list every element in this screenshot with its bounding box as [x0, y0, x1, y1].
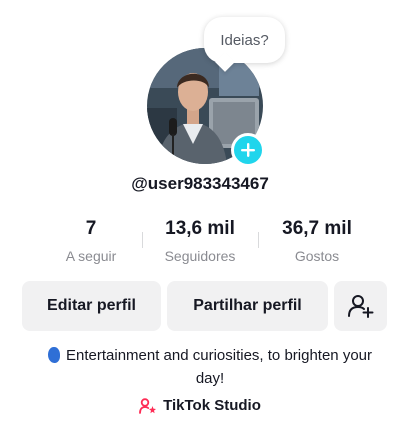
stat-following-label: A seguir: [65, 248, 117, 264]
stat-likes[interactable]: 36,7 mil Gostos: [258, 218, 376, 268]
edit-profile-button[interactable]: Editar perfil: [22, 281, 161, 331]
share-profile-button[interactable]: Partilhar perfil: [167, 281, 328, 331]
bio-text: Entertainment and curiosities, to bright…: [66, 347, 372, 387]
ideas-bubble[interactable]: Ideias?: [204, 17, 285, 63]
plus-icon: [241, 143, 255, 157]
bio: Entertainment and curiosities, to bright…: [40, 344, 380, 390]
add-friend-icon: [347, 295, 373, 318]
stat-followers[interactable]: 13,6 mil Seguidores: [142, 218, 258, 268]
stat-likes-label: Gostos: [294, 248, 340, 264]
share-profile-label: Partilhar perfil: [193, 297, 302, 314]
profile-page: Ideias? @user983343467 7 A seguir 13,6 m…: [0, 0, 400, 432]
stat-followers-value: 13,6 mil: [165, 218, 235, 239]
add-friend-button[interactable]: [334, 281, 387, 331]
ideas-bubble-text: Ideias?: [220, 31, 269, 49]
username: @user983343467: [131, 174, 269, 193]
stat-following-value: 7: [85, 218, 97, 239]
stat-followers-label: Seguidores: [164, 248, 236, 264]
tiktok-studio-icon: [139, 397, 157, 414]
stats-row: 7 A seguir 13,6 mil Seguidores 36,7 mil …: [40, 218, 376, 268]
stat-following[interactable]: 7 A seguir: [40, 218, 142, 268]
add-avatar-button[interactable]: [231, 133, 265, 167]
tiktok-studio-label: TikTok Studio: [163, 397, 261, 414]
blue-emoji-icon: [48, 347, 60, 363]
stat-likes-value: 36,7 mil: [282, 218, 352, 239]
tiktok-studio-link[interactable]: TikTok Studio: [0, 397, 400, 414]
edit-profile-label: Editar perfil: [47, 297, 136, 314]
